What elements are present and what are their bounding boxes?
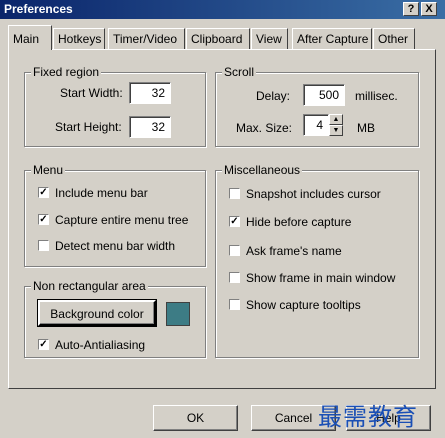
max-size-label: Max. Size: [236,121,293,135]
max-size-unit: MB [357,121,375,135]
spin-down-icon[interactable]: ▼ [329,125,343,136]
snapshot-cursor-checkbox[interactable]: Snapshot includes cursor [229,187,381,201]
auto-antialiasing-checkbox[interactable]: ✓ Auto-Antialiasing [38,338,145,352]
menu-title: Menu [31,163,66,177]
nonrect-title: Non rectangular area [31,279,148,293]
fixed-region-title: Fixed region [31,65,102,79]
detect-menu-width-checkbox[interactable]: Detect menu bar width [38,239,175,253]
tab-after-capture[interactable]: After Capture [292,28,372,49]
include-menu-bar-checkbox[interactable]: ✓ Include menu bar [38,186,148,200]
help-icon[interactable]: ? [403,2,419,16]
tab-clipboard[interactable]: Clipboard [186,28,250,49]
fixed-region-group: Fixed region [24,65,206,147]
tab-hotkeys[interactable]: Hotkeys [53,28,105,49]
checkbox-box[interactable]: ✓ [38,339,49,351]
delay-field[interactable]: 500 [303,84,345,106]
start-height-label: Start Height: [55,120,122,134]
checkbox-box[interactable] [229,188,240,200]
show-capture-tooltips-checkbox[interactable]: Show capture tooltips [229,298,361,312]
checkbox-box[interactable]: ✓ [229,216,240,228]
capture-menu-tree-checkbox[interactable]: ✓ Capture entire menu tree [38,213,188,227]
max-size-field[interactable]: 4 [303,114,329,136]
spin-up-icon[interactable]: ▲ [329,114,343,125]
checkbox-box[interactable] [229,299,240,311]
start-width-label: Start Width: [60,86,123,100]
start-width-field[interactable]: 32 [129,82,171,104]
checkbox-box[interactable]: ✓ [38,214,49,226]
checkbox-box[interactable]: ✓ [38,187,49,199]
tab-timer-video[interactable]: Timer/Video [108,28,185,49]
background-color-button[interactable]: Background color [37,299,157,327]
start-height-field[interactable]: 32 [129,116,171,138]
checkbox-box[interactable] [38,240,49,252]
window-title: Preferences [4,2,73,16]
misc-title: Miscellaneous [222,163,303,177]
tab-other[interactable]: Other [373,28,415,49]
show-frame-main-window-checkbox[interactable]: Show frame in main window [229,271,395,285]
checkbox-box[interactable] [229,245,240,257]
max-size-stepper[interactable]: ▲ ▼ [329,114,343,136]
ok-button[interactable]: OK [153,405,238,431]
tab-main[interactable]: Main [8,25,52,50]
delay-label: Delay: [256,89,291,103]
tab-view[interactable]: View [251,28,288,49]
background-color-swatch[interactable] [166,302,190,326]
ask-frame-name-checkbox[interactable]: Ask frame's name [229,244,342,258]
watermark-text: 最需教育 [318,403,418,431]
scroll-title: Scroll [222,65,257,79]
close-icon[interactable]: X [421,2,437,16]
delay-unit: millisec. [355,89,398,103]
hide-before-capture-checkbox[interactable]: ✓ Hide before capture [229,215,351,229]
title-bar: Preferences ? X [0,0,445,19]
checkbox-box[interactable] [229,272,240,284]
